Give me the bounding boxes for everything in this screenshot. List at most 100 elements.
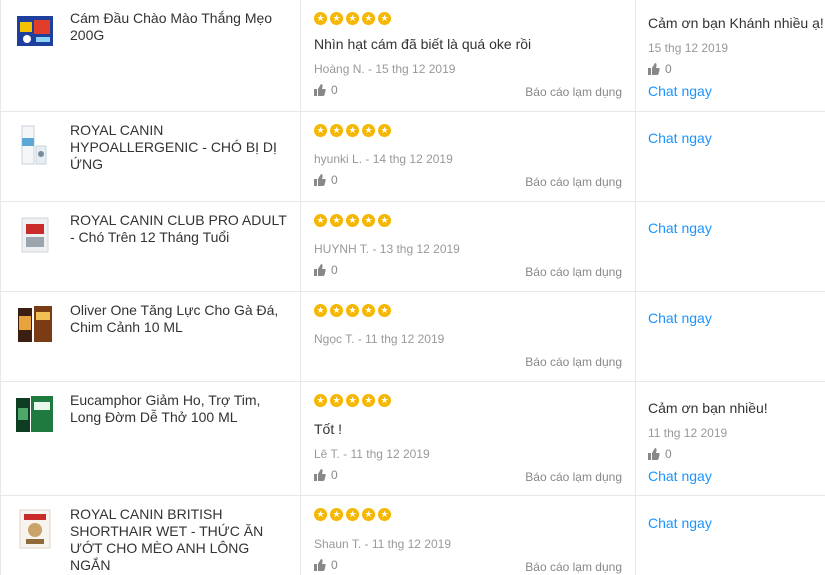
product-cell: ROYAL CANIN BRITISH SHORTHAIR WET - THỨC…: [0, 496, 301, 575]
star-icon: [378, 12, 391, 25]
star-icon: [346, 124, 359, 137]
star-icon: [362, 214, 375, 227]
report-abuse-link[interactable]: Báo cáo lạm dụng: [525, 355, 622, 369]
product-thumbnail[interactable]: [14, 508, 56, 550]
product-thumbnail[interactable]: [14, 304, 56, 346]
star-icon: [314, 508, 327, 521]
thumbs-up-icon: [648, 448, 660, 460]
star-icon: [314, 304, 327, 317]
review-row: ROYAL CANIN HYPOALLERGENIC - CHÓ BỊ DỊ Ứ…: [0, 112, 825, 202]
product-thumbnail[interactable]: [14, 124, 56, 166]
review-meta: Lê T. - 11 thg 12 2019: [314, 447, 430, 461]
review-text: Nhìn hạt cám đã biết là quá oke rồi: [314, 36, 532, 52]
product-name[interactable]: Eucamphor Giảm Ho, Trợ Tim, Long Đờm Dễ …: [70, 392, 292, 426]
like-count: 0: [331, 558, 338, 572]
product-name[interactable]: Oliver One Tăng Lực Cho Gà Đá, Chim Cảnh…: [70, 302, 292, 336]
review-row: Oliver One Tăng Lực Cho Gà Đá, Chim Cảnh…: [0, 292, 825, 382]
chat-now-link[interactable]: Chat ngay: [648, 468, 712, 484]
reply-like-button[interactable]: 0: [648, 62, 672, 76]
like-button[interactable]: 0: [314, 558, 338, 572]
star-icon: [346, 508, 359, 521]
seller-reply-date: 11 thg 12 2019: [648, 426, 728, 440]
star-icon: [362, 124, 375, 137]
product-cell: Oliver One Tăng Lực Cho Gà Đá, Chim Cảnh…: [0, 292, 301, 381]
reply-cell: Chat ngay: [636, 202, 825, 291]
product-name[interactable]: ROYAL CANIN HYPOALLERGENIC - CHÓ BỊ DỊ Ứ…: [70, 122, 292, 173]
star-icon: [378, 124, 391, 137]
reply-like-count: 0: [665, 447, 672, 461]
chat-now-link[interactable]: Chat ngay: [648, 130, 712, 146]
product-name[interactable]: ROYAL CANIN BRITISH SHORTHAIR WET - THỨC…: [70, 506, 292, 574]
rating-stars: [314, 304, 394, 318]
star-icon: [346, 214, 359, 227]
review-cell: HUYNH T. - 13 thg 12 2019 0 Báo cáo lạm …: [301, 202, 636, 291]
reply-cell: Chat ngay: [636, 112, 825, 201]
review-meta: HUYNH T. - 13 thg 12 2019: [314, 242, 460, 256]
reply-cell: Chat ngay: [636, 292, 825, 381]
report-abuse-link[interactable]: Báo cáo lạm dụng: [525, 265, 622, 279]
product-thumbnail[interactable]: [14, 214, 56, 256]
star-icon: [314, 12, 327, 25]
review-cell: Shaun T. - 11 thg 12 2019 0 Báo cáo lạm …: [301, 496, 636, 575]
report-abuse-link[interactable]: Báo cáo lạm dụng: [525, 560, 622, 574]
thumbs-up-icon: [314, 469, 326, 481]
product-name[interactable]: Cám Đầu Chào Mào Thắng Mẹo 200G: [70, 10, 292, 44]
report-abuse-link[interactable]: Báo cáo lạm dụng: [525, 470, 622, 484]
like-button[interactable]: 0: [314, 468, 338, 482]
like-button[interactable]: 0: [314, 263, 338, 277]
thumbs-up-icon: [314, 559, 326, 571]
review-cell: Nhìn hạt cám đã biết là quá oke rồi Hoàn…: [301, 0, 636, 111]
like-button[interactable]: 0: [314, 173, 338, 187]
star-icon: [346, 12, 359, 25]
rating-stars: [314, 394, 394, 408]
review-meta: Hoàng N. - 15 thg 12 2019: [314, 62, 456, 76]
thumbs-up-icon: [314, 174, 326, 186]
product-cell: Cám Đầu Chào Mào Thắng Mẹo 200G: [0, 0, 301, 111]
product-thumbnail[interactable]: [14, 10, 56, 52]
seller-reply-date: 15 thg 12 2019: [648, 41, 729, 55]
star-icon: [362, 12, 375, 25]
like-count: 0: [331, 263, 338, 277]
review-meta: hyunki L. - 14 thg 12 2019: [314, 152, 453, 166]
like-count: 0: [331, 83, 338, 97]
star-icon: [346, 304, 359, 317]
like-count: 0: [331, 173, 338, 187]
chat-now-link[interactable]: Chat ngay: [648, 220, 712, 236]
report-abuse-link[interactable]: Báo cáo lạm dụng: [525, 85, 622, 99]
rating-stars: [314, 214, 394, 228]
reply-cell: Cảm ơn bạn Khánh nhiều ạ! 15 thg 12 2019…: [636, 0, 825, 111]
star-icon: [330, 214, 343, 227]
star-icon: [330, 304, 343, 317]
thumbs-up-icon: [314, 84, 326, 96]
like-button[interactable]: 0: [314, 83, 338, 97]
review-text: Tốt !: [314, 421, 343, 437]
report-abuse-link[interactable]: Báo cáo lạm dụng: [525, 175, 622, 189]
rating-stars: [314, 508, 394, 522]
thumbs-up-icon: [314, 264, 326, 276]
product-cell: ROYAL CANIN HYPOALLERGENIC - CHÓ BỊ DỊ Ứ…: [0, 112, 301, 201]
review-row: Cám Đầu Chào Mào Thắng Mẹo 200G Nhìn hạt…: [0, 0, 825, 112]
chat-now-link[interactable]: Chat ngay: [648, 515, 712, 531]
star-icon: [330, 508, 343, 521]
review-row: Eucamphor Giảm Ho, Trợ Tim, Long Đờm Dễ …: [0, 382, 825, 496]
reply-like-button[interactable]: 0: [648, 447, 672, 461]
star-icon: [346, 394, 359, 407]
product-thumbnail[interactable]: [14, 394, 56, 436]
star-icon: [378, 508, 391, 521]
star-icon: [378, 394, 391, 407]
chat-now-link[interactable]: Chat ngay: [648, 83, 712, 99]
review-cell: hyunki L. - 14 thg 12 2019 0 Báo cáo lạm…: [301, 112, 636, 201]
review-cell: Tốt ! Lê T. - 11 thg 12 2019 0 Báo cáo l…: [301, 382, 636, 495]
star-icon: [330, 124, 343, 137]
star-icon: [330, 12, 343, 25]
product-cell: ROYAL CANIN CLUB PRO ADULT - Chó Trên 12…: [0, 202, 301, 291]
rating-stars: [314, 124, 394, 138]
product-name[interactable]: ROYAL CANIN CLUB PRO ADULT - Chó Trên 12…: [70, 212, 292, 246]
star-icon: [314, 124, 327, 137]
chat-now-link[interactable]: Chat ngay: [648, 310, 712, 326]
star-icon: [378, 304, 391, 317]
star-icon: [378, 214, 391, 227]
review-row: ROYAL CANIN CLUB PRO ADULT - Chó Trên 12…: [0, 202, 825, 292]
like-count: 0: [331, 468, 338, 482]
star-icon: [330, 394, 343, 407]
